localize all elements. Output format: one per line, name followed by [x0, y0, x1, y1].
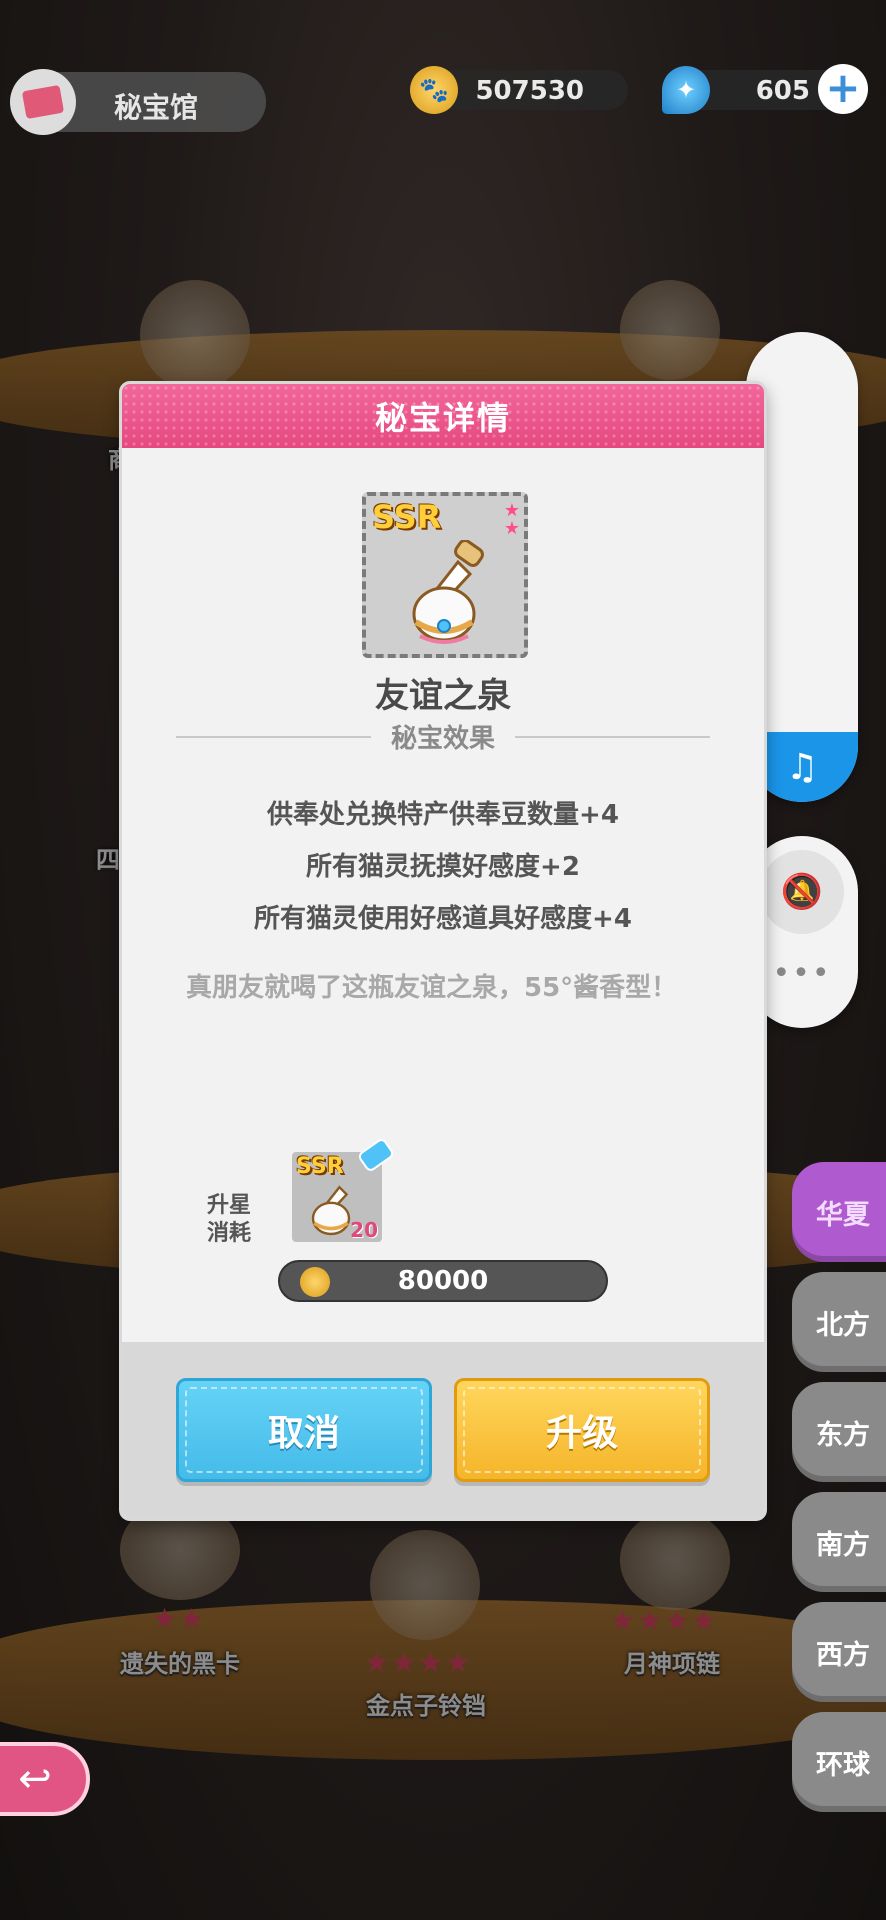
- star-icon: ★ ★: [503, 500, 520, 539]
- museum-title: 秘宝馆: [114, 91, 199, 124]
- cost-item-count: 20: [350, 1218, 378, 1242]
- cancel-button[interactable]: 取消: [176, 1378, 432, 1482]
- effect-line: 所有猫灵抚摸好感度+2: [306, 852, 580, 882]
- museum-title-pill: 秘宝馆: [10, 69, 266, 135]
- friendship-spring-bottle-icon: [412, 540, 484, 644]
- upgrade-button-label: 升级: [545, 1413, 618, 1454]
- cancel-button-label: 取消: [267, 1413, 340, 1454]
- region-tab-nanfang[interactable]: 南方: [792, 1492, 886, 1592]
- coin-cost-bar: 80000: [278, 1260, 608, 1302]
- treasure-detail-modal: 秘宝详情 SSR ★ ★ 友谊之泉 秘宝效果 供奉处兑换特产供奉豆数量+4 所有猫…: [122, 384, 764, 1518]
- effect-line: 供奉处兑换特产供奉豆数量+4: [267, 800, 619, 830]
- back-arrow-icon: ↩: [18, 1756, 52, 1802]
- modal-title: 秘宝详情: [374, 399, 511, 437]
- flavor-text: 真朋友就喝了这瓶友谊之泉，55°酱香型！: [186, 973, 678, 1003]
- blue-gem-icon: ✦: [662, 66, 710, 114]
- tickets-icon: [10, 69, 76, 135]
- section-title-text: 秘宝效果: [370, 724, 515, 754]
- coin-cost-value: 80000: [397, 1266, 489, 1296]
- section-title: 秘宝效果: [122, 718, 764, 755]
- gem-value: 605: [755, 76, 810, 106]
- coin-value: 507530: [475, 76, 584, 106]
- region-tab-xifang[interactable]: 西方: [792, 1602, 886, 1702]
- rarity-badge: SSR: [372, 498, 442, 536]
- modal-header: 秘宝详情: [122, 384, 764, 448]
- item-icon-frame: SSR ★ ★: [362, 492, 528, 658]
- back-button[interactable]: ↩: [0, 1742, 90, 1816]
- effect-line: 所有猫灵使用好感道具好感度+4: [254, 904, 632, 934]
- gem-counter: ✦ 605 +: [662, 64, 868, 114]
- region-tab-beifang[interactable]: 北方: [792, 1272, 886, 1372]
- coin-counter: 🐾 507530: [410, 66, 628, 114]
- upgrade-cost-label: 升星消耗: [206, 1193, 251, 1246]
- region-tab-huaxia[interactable]: 华夏: [792, 1162, 886, 1262]
- paw-coin-icon: 🐾: [410, 66, 458, 114]
- item-name: 友谊之泉: [375, 676, 511, 716]
- upgrade-cost-item[interactable]: SSR 20: [292, 1136, 396, 1242]
- region-tab-huanqiu[interactable]: 环球: [792, 1712, 886, 1812]
- region-tab-dongfang[interactable]: 东方: [792, 1382, 886, 1482]
- upgrade-button[interactable]: 升级: [454, 1378, 710, 1482]
- bell-off-icon[interactable]: 🔕: [760, 850, 844, 934]
- add-gems-button[interactable]: +: [818, 64, 868, 114]
- gem-shard-icon: [356, 1136, 396, 1174]
